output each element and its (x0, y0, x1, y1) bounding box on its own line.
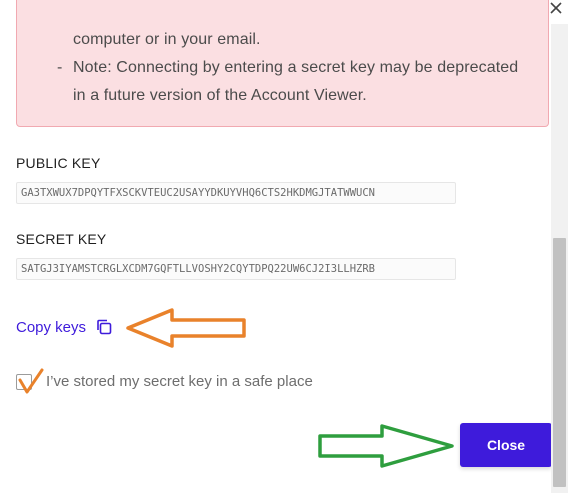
warning-bullet: - (57, 59, 63, 76)
warning-text-line: Note: Connecting by entering a secret ke… (73, 59, 519, 76)
warning-text-line: in a future version of the Account Viewe… (73, 87, 367, 104)
secret-key-field[interactable]: SATGJ3IYAMSTCRGLXCDM7GQFTLLVOSHY2CQYTDPQ… (16, 258, 456, 280)
copy-icon[interactable] (95, 318, 113, 336)
confirm-label: I’ve stored my secret key in a safe plac… (46, 373, 313, 390)
orange-arrow-annotation (126, 308, 246, 348)
create-account-modal: computer or in your email. - Note: Conne… (0, 0, 582, 493)
warning-box: computer or in your email. - Note: Conne… (16, 0, 549, 127)
warning-text-line: computer or in your email. (73, 31, 261, 48)
copy-keys-link[interactable]: Copy keys (16, 318, 113, 336)
green-arrow-annotation (318, 424, 454, 468)
secret-key-label: SECRET KEY (16, 231, 107, 247)
public-key-field[interactable]: GA3TXWUX7DPQYTFXSCKVTEUC2USAYYDKUYVHQ6CT… (16, 182, 456, 204)
scrollbar-thumb[interactable] (553, 238, 566, 487)
close-icon[interactable] (548, 0, 564, 16)
copy-keys-label: Copy keys (16, 318, 87, 336)
close-button[interactable]: Close (460, 423, 552, 467)
public-key-label: PUBLIC KEY (16, 155, 101, 171)
confirm-row: I’ve stored my secret key in a safe plac… (16, 373, 313, 390)
confirm-checkbox[interactable] (16, 373, 32, 390)
